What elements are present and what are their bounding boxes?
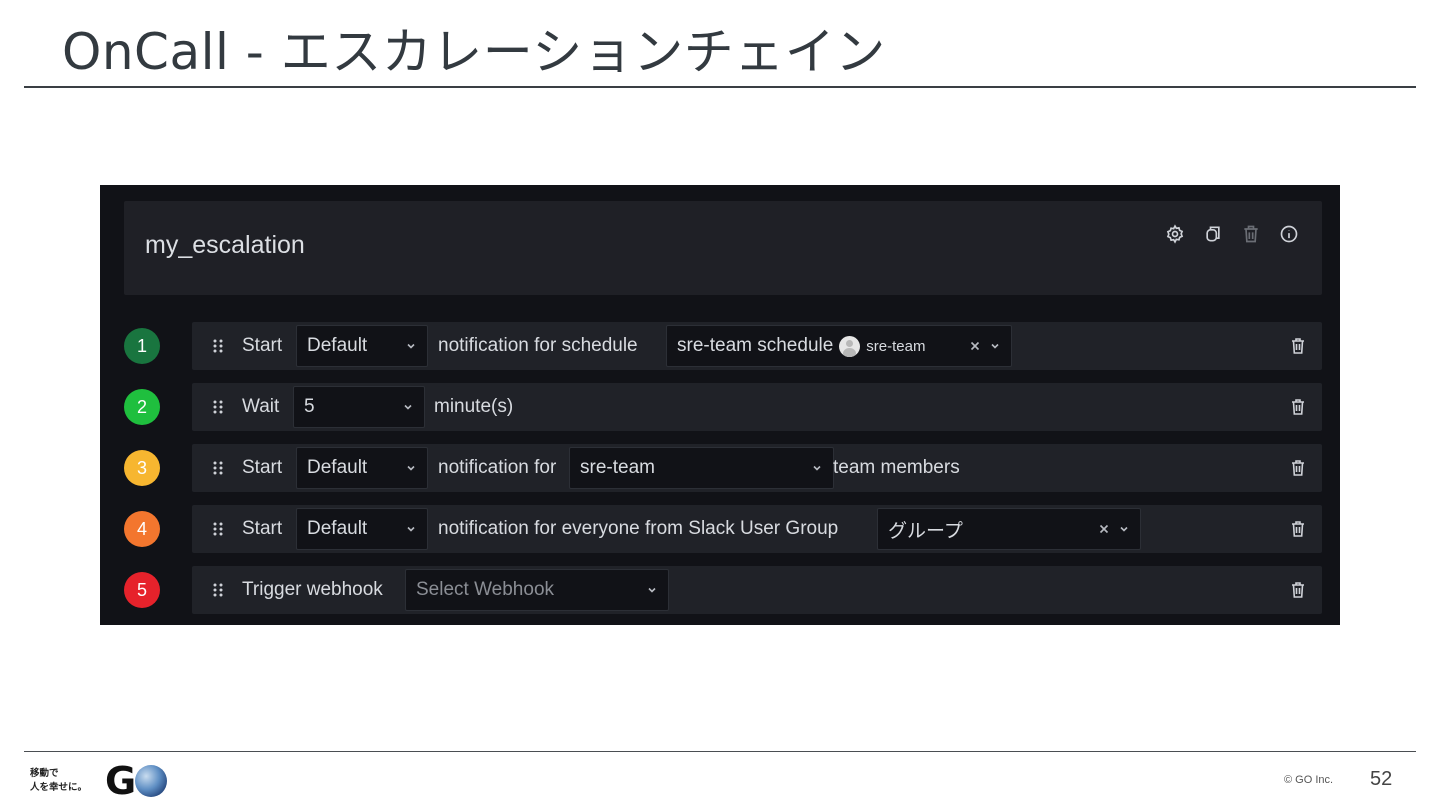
team-select[interactable]: sre-team [569,447,834,489]
delete-step-icon[interactable] [1290,520,1306,538]
chevron-down-icon [811,462,823,474]
escalation-step: Start Default notification for everyone … [192,505,1322,553]
schedule-team-chip: sre-team [839,335,926,357]
step-description: notification for [438,457,557,478]
slack-user-group-select[interactable]: グループ [877,508,1141,550]
duration-value: 5 [304,396,315,417]
step-action-label: Trigger webhook [242,579,383,600]
chevron-down-icon [402,401,414,413]
importance-select[interactable]: Default [296,447,428,489]
duration-unit: minute(s) [434,396,514,417]
delete-step-icon[interactable] [1290,459,1306,477]
tagline-line2: 人を幸せに。 [30,782,88,793]
team-value: sre-team [580,457,655,478]
importance-value: Default [307,457,368,478]
chain-header-actions [1164,223,1300,245]
importance-select[interactable]: Default [296,508,428,550]
clear-icon[interactable] [1098,523,1110,535]
step-suffix: team members [833,457,960,478]
chevron-down-icon [989,340,1001,352]
step-action-label: Wait [242,396,280,417]
user-group-value: グループ [888,520,963,542]
go-logo-icon: G [105,759,167,803]
copyright: © GO Inc. [1284,774,1334,786]
chevron-down-icon [405,462,417,474]
escalation-chain-panel: my_escalation 1 Start Default notificati… [100,185,1340,625]
title-divider [24,86,1416,88]
webhook-select[interactable]: Select Webhook [405,569,669,611]
info-icon[interactable] [1278,223,1300,245]
chain-name: my_escalation [145,231,305,259]
clear-icon[interactable] [969,340,981,352]
drag-handle-icon[interactable] [212,460,224,476]
step-number-badge: 5 [124,572,160,608]
tagline-line1: 移動で [30,768,59,779]
escalation-step: Start Default notification for sre-team … [192,444,1322,492]
chevron-down-icon [405,340,417,352]
drag-handle-icon[interactable] [212,399,224,415]
step-description: notification for schedule [438,335,638,356]
drag-handle-icon[interactable] [212,338,224,354]
importance-value: Default [307,335,368,356]
delete-step-icon[interactable] [1290,581,1306,599]
escalation-step: Start Default notification for schedule … [192,322,1322,370]
escalation-step: Wait 5 minute(s) [192,383,1322,431]
wait-duration-select[interactable]: 5 [293,386,425,428]
drag-handle-icon[interactable] [212,521,224,537]
step-number-badge: 1 [124,328,160,364]
chevron-down-icon [646,584,658,596]
slide-title: OnCall - エスカレーションチェイン [62,23,886,81]
logo-tagline: 移動で 人を幸せに。 [30,767,102,795]
delete-step-icon[interactable] [1290,398,1306,416]
page-number: 52 [1370,768,1393,790]
company-logo: 移動で 人を幸せに。 G [30,759,167,803]
chain-header: my_escalation [124,201,1322,295]
trash-icon[interactable] [1240,223,1262,245]
footer-divider [24,751,1416,752]
escalation-step: Trigger webhook Select Webhook [192,566,1322,614]
step-action-label: Start [242,518,283,539]
schedule-value: sre-team schedule [677,335,834,356]
importance-select[interactable]: Default [296,325,428,367]
schedule-select[interactable]: sre-team schedule sre-team [666,325,1012,367]
chevron-down-icon [1118,523,1130,535]
chevron-down-icon [405,523,417,535]
drag-handle-icon[interactable] [212,582,224,598]
delete-step-icon[interactable] [1290,337,1306,355]
gear-icon[interactable] [1164,223,1186,245]
avatar [839,335,861,357]
step-number-badge: 2 [124,389,160,425]
copy-icon[interactable] [1202,223,1224,245]
chip-label: sre-team [866,337,926,355]
webhook-placeholder: Select Webhook [416,579,555,600]
step-action-label: Start [242,457,283,478]
step-action-label: Start [242,335,283,356]
step-description: notification for everyone from Slack Use… [438,518,839,539]
importance-value: Default [307,518,368,539]
step-number-badge: 4 [124,511,160,547]
step-number-badge: 3 [124,450,160,486]
